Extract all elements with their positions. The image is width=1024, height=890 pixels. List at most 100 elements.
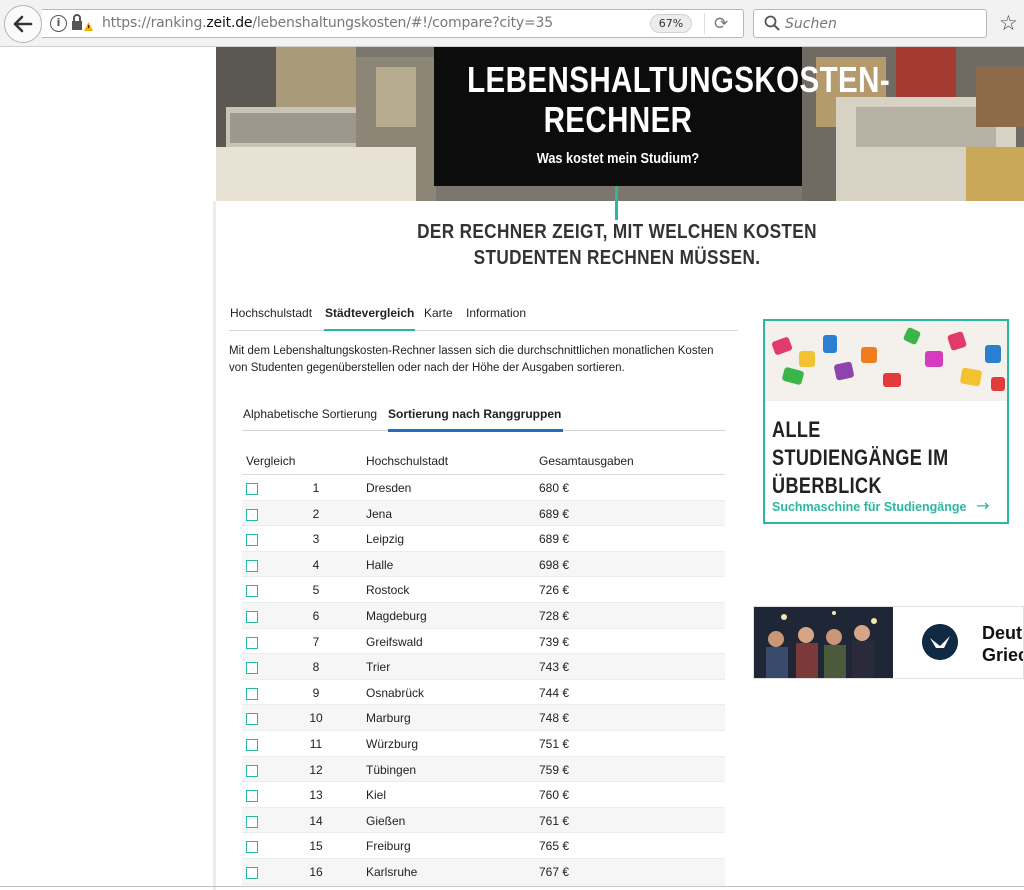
intro-text: Mit dem Lebenshaltungskosten-Rechner las… <box>229 343 739 377</box>
table-row: 7 Greifswald 739 € <box>242 628 725 655</box>
search-placeholder: Suchen <box>785 16 837 32</box>
url-text[interactable]: https://ranking.zeit.de/lebenshaltungsko… <box>102 15 553 31</box>
table-row: 9 Osnabrück 744 € <box>242 679 725 706</box>
cost-cell: 739 € <box>539 634 570 649</box>
compare-checkbox[interactable] <box>246 610 258 623</box>
rank-cell: 7 <box>312 634 320 649</box>
lock-warning-icon[interactable] <box>71 13 93 33</box>
tab-staedtevergleich[interactable]: Städtevergleich <box>324 304 416 331</box>
cost-cell: 765 € <box>539 839 570 854</box>
cost-cell: 744 € <box>539 685 570 700</box>
tab-information[interactable]: Information <box>466 304 526 331</box>
city-cell: Gießen <box>366 813 406 828</box>
cost-cell: 689 € <box>539 532 570 547</box>
header-city: Hochschulstadt <box>366 454 449 468</box>
back-button[interactable] <box>4 5 42 43</box>
compare-checkbox[interactable] <box>246 713 258 726</box>
header-compare: Vergleich <box>246 454 296 468</box>
compare-checkbox[interactable] <box>246 815 258 828</box>
arrow-right-icon[interactable]: → <box>976 496 989 515</box>
intro-line2: von Studenten gegenüberstellen oder nach… <box>229 362 625 374</box>
cost-cell: 689 € <box>539 506 570 521</box>
tagline-line1: DER RECHNER ZEIGT, MIT WELCHEN KOSTEN <box>417 221 817 243</box>
rank-cell: 16 <box>309 864 323 879</box>
compare-checkbox[interactable] <box>246 585 258 598</box>
compare-checkbox[interactable] <box>246 738 258 751</box>
city-cell: Osnabrück <box>366 685 425 700</box>
tab-alphabetical-sort[interactable]: Alphabetische Sortierung <box>243 405 377 432</box>
hero-title-box: LEBENSHALTUNGSKOSTEN- RECHNER Was kostet… <box>434 47 891 186</box>
rank-cell: 1 <box>312 481 320 495</box>
rank-cell: 5 <box>312 583 320 598</box>
content-left-edge <box>213 201 216 890</box>
table-row: 10 Marburg 748 € <box>242 705 725 731</box>
compare-checkbox[interactable] <box>246 764 258 777</box>
rank-cell: 10 <box>309 711 323 726</box>
cost-cell: 751 € <box>539 736 570 751</box>
compare-checkbox[interactable] <box>246 483 258 495</box>
search-input[interactable]: Suchen <box>753 9 987 38</box>
compare-checkbox[interactable] <box>246 534 258 547</box>
info-icon[interactable]: i <box>50 15 67 32</box>
tagline-line2: STUDENTEN RECHNEN MÜSSEN. <box>473 247 761 269</box>
city-cell: Würzburg <box>366 736 419 751</box>
star-icon[interactable]: ☆ <box>999 11 1018 35</box>
compare-checkbox[interactable] <box>246 841 258 854</box>
cost-cell: 743 € <box>539 660 570 675</box>
table-row: 6 Magdeburg 728 € <box>242 602 725 629</box>
compare-checkbox[interactable] <box>246 508 258 521</box>
studiengang-search-link[interactable]: Suchmaschine für Studiengänge <box>772 500 966 514</box>
search-icon <box>764 15 780 31</box>
rank-cell: 6 <box>312 608 320 623</box>
cost-cell: 767 € <box>539 864 570 879</box>
table-row: 4 Halle 698 € <box>242 551 725 578</box>
compare-checkbox[interactable] <box>246 866 258 879</box>
partial-ad-banner[interactable]: Deuts Griec <box>753 606 1024 679</box>
url-path: /lebenshaltungskosten/#!/compare?city=35 <box>252 15 553 31</box>
url-domain: zeit.de <box>206 15 253 31</box>
rank-cell: 8 <box>312 660 320 675</box>
partial-ad-text: Deuts Griec <box>982 622 1024 666</box>
card-title-line2: ÜBERBLICK <box>772 473 882 498</box>
studiengaenge-ad-card[interactable]: ALLE STUDIENGÄNGE IM ÜBERBLICK Suchmasch… <box>763 319 1009 524</box>
partial-ad-line2: Griec <box>982 645 1024 665</box>
compare-checkbox[interactable] <box>246 559 258 572</box>
table-row: 1 Dresden 680 € <box>242 475 725 501</box>
compare-checkbox[interactable] <box>246 687 258 700</box>
card-title: ALLE STUDIENGÄNGE IM ÜBERBLICK <box>772 416 961 500</box>
compare-checkbox[interactable] <box>246 636 258 649</box>
window-bottom-border <box>0 886 1024 887</box>
hero-subtitle: Was kostet mein Studium? <box>536 150 700 167</box>
tab-hochschulstadt[interactable]: Hochschulstadt <box>230 304 312 331</box>
compare-checkbox[interactable] <box>246 662 258 675</box>
table-row: 11 Würzburg 751 € <box>242 730 725 757</box>
rank-cell: 9 <box>312 685 320 700</box>
rank-cell: 2 <box>312 506 320 521</box>
city-cell: Karlsruhe <box>366 864 418 879</box>
city-cell: Dresden <box>366 481 412 495</box>
url-bar[interactable]: i https://ranking.zeit.de/lebenshaltungs… <box>42 9 744 38</box>
cost-cell: 728 € <box>539 608 570 623</box>
rank-cell: 12 <box>309 762 323 777</box>
table-header: Vergleich Hochschulstadt Gesamtausgaben <box>242 451 725 475</box>
url-divider <box>704 13 705 34</box>
city-cell: Marburg <box>366 711 411 726</box>
hero-banner: LEBENSHALTUNGSKOSTEN- RECHNER Was kostet… <box>216 47 1024 201</box>
alphabet-letters-image <box>765 321 1007 401</box>
ad-photo-illustration <box>754 607 893 678</box>
tab-karte[interactable]: Karte <box>424 304 453 331</box>
table-row: 13 Kiel 760 € <box>242 782 725 808</box>
city-cell: Jena <box>366 506 393 521</box>
tab-rank-group-sort[interactable]: Sortierung nach Ranggruppen <box>388 405 564 432</box>
table-row: 12 Tübingen 759 € <box>242 756 725 783</box>
compare-checkbox[interactable] <box>246 790 258 803</box>
reload-icon[interactable]: ⟳ <box>714 14 728 34</box>
city-cell: Kiel <box>366 788 387 803</box>
zoom-indicator[interactable]: 67% <box>650 14 692 33</box>
city-cell: Greifswald <box>366 634 423 649</box>
table-row: 3 Leipzig 689 € <box>242 526 725 552</box>
hero-title-line1: LEBENSHALTUNGSKOSTEN- <box>467 59 891 100</box>
browser-toolbar: i https://ranking.zeit.de/lebenshaltungs… <box>0 0 1024 47</box>
cost-cell: 680 € <box>539 481 570 495</box>
cost-cell: 748 € <box>539 711 570 726</box>
